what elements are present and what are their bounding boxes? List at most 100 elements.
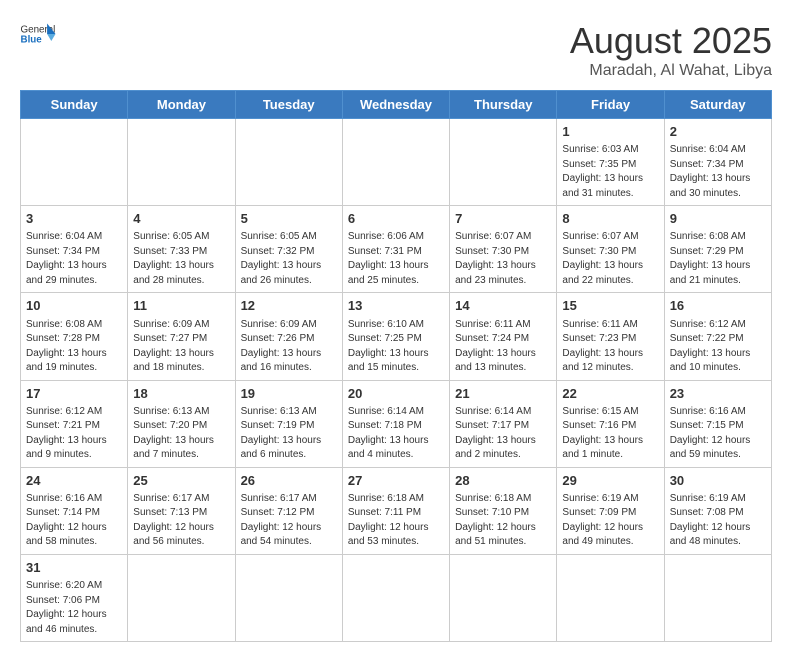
weekday-header-friday: Friday xyxy=(557,91,664,119)
day-number: 7 xyxy=(455,210,551,228)
day-number: 4 xyxy=(133,210,229,228)
calendar-cell: 30Sunrise: 6:19 AMSunset: 7:08 PMDayligh… xyxy=(664,467,771,554)
calendar-cell: 18Sunrise: 6:13 AMSunset: 7:20 PMDayligh… xyxy=(128,380,235,467)
logo-icon: General Blue xyxy=(20,20,56,48)
calendar-cell xyxy=(342,119,449,206)
day-number: 22 xyxy=(562,385,658,403)
calendar-cell xyxy=(342,554,449,641)
day-number: 8 xyxy=(562,210,658,228)
day-info: Sunrise: 6:11 AMSunset: 7:23 PMDaylight:… xyxy=(562,318,658,376)
calendar-cell xyxy=(128,554,235,641)
day-number: 21 xyxy=(455,385,551,403)
calendar-cell: 9Sunrise: 6:08 AMSunset: 7:29 PMDaylight… xyxy=(664,206,771,293)
day-info: Sunrise: 6:12 AMSunset: 7:22 PMDaylight:… xyxy=(670,318,766,376)
day-info: Sunrise: 6:09 AMSunset: 7:26 PMDaylight:… xyxy=(241,318,337,376)
weekday-header-wednesday: Wednesday xyxy=(342,91,449,119)
calendar-cell: 14 Sunrise: 6:11 AMSunset: 7:24 PMDayligh… xyxy=(450,293,557,380)
calendar-week-row: 10Sunrise: 6:08 AMSunset: 7:28 PMDayligh… xyxy=(21,293,772,380)
day-info: Sunrise: 6:20 AMSunset: 7:06 PMDaylight:… xyxy=(26,579,122,637)
calendar-cell: 11 Sunrise: 6:09 AMSunset: 7:27 PMDayligh… xyxy=(128,293,235,380)
day-number: 3 xyxy=(26,210,122,228)
day-number: 13 xyxy=(348,297,444,315)
weekday-header-sunday: Sunday xyxy=(21,91,128,119)
day-number: 12 xyxy=(241,297,337,315)
calendar-cell: 16 Sunrise: 6:12 AMSunset: 7:22 PMDayligh… xyxy=(664,293,771,380)
calendar-cell: 23 Sunrise: 6:16 AMSunset: 7:15 PMDayligh… xyxy=(664,380,771,467)
calendar-title: August 2025 xyxy=(570,20,772,62)
calendar-week-row: 31 Sunrise: 6:20 AMSunset: 7:06 PMDayligh… xyxy=(21,554,772,641)
calendar-cell xyxy=(450,554,557,641)
day-number: 30 xyxy=(670,472,766,490)
calendar-cell xyxy=(21,119,128,206)
day-info: Sunrise: 6:08 AMSunset: 7:28 PMDaylight:… xyxy=(26,318,122,376)
page-header: General Blue August 2025 Maradah, Al Wah… xyxy=(20,20,772,80)
day-info: Sunrise: 6:13 AMSunset: 7:20 PMDaylight:… xyxy=(133,405,229,463)
day-number: 28 xyxy=(455,472,551,490)
day-info: Sunrise: 6:18 AMSunset: 7:10 PMDaylight:… xyxy=(455,492,551,550)
day-number: 25 xyxy=(133,472,229,490)
day-info: Sunrise: 6:04 AMSunset: 7:34 PMDaylight:… xyxy=(670,143,766,201)
day-info: Sunrise: 6:04 AMSunset: 7:34 PMDaylight:… xyxy=(26,230,122,288)
day-number: 24 xyxy=(26,472,122,490)
day-number: 20 xyxy=(348,385,444,403)
day-number: 15 xyxy=(562,297,658,315)
calendar-cell: 15 Sunrise: 6:11 AMSunset: 7:23 PMDayligh… xyxy=(557,293,664,380)
day-number: 9 xyxy=(670,210,766,228)
calendar-cell: 28 Sunrise: 6:18 AMSunset: 7:10 PMDayligh… xyxy=(450,467,557,554)
calendar-week-row: 1 Sunrise: 6:03 AMSunset: 7:35 PMDaylight… xyxy=(21,119,772,206)
calendar-cell: 2 Sunrise: 6:04 AMSunset: 7:34 PMDaylight… xyxy=(664,119,771,206)
calendar-cell: 29 Sunrise: 6:19 AMSunset: 7:09 PMDayligh… xyxy=(557,467,664,554)
day-info: Sunrise: 6:07 AMSunset: 7:30 PMDaylight:… xyxy=(562,230,658,288)
calendar-cell: 8 Sunrise: 6:07 AMSunset: 7:30 PMDaylight… xyxy=(557,206,664,293)
calendar-cell: 19 Sunrise: 6:13 AMSunset: 7:19 PMDayligh… xyxy=(235,380,342,467)
day-number: 29 xyxy=(562,472,658,490)
day-info: Sunrise: 6:10 AMSunset: 7:25 PMDaylight:… xyxy=(348,318,444,376)
title-area: August 2025 Maradah, Al Wahat, Libya xyxy=(570,20,772,80)
calendar-cell: 6Sunrise: 6:06 AMSunset: 7:31 PMDaylight… xyxy=(342,206,449,293)
day-number: 16 xyxy=(670,297,766,315)
day-info: Sunrise: 6:12 AMSunset: 7:21 PMDaylight:… xyxy=(26,405,122,463)
day-number: 6 xyxy=(348,210,444,228)
day-number: 5 xyxy=(241,210,337,228)
day-info: Sunrise: 6:16 AMSunset: 7:15 PMDaylight:… xyxy=(670,405,766,463)
day-info: Sunrise: 6:03 AMSunset: 7:35 PMDaylight:… xyxy=(562,143,658,201)
calendar-cell: 7Sunrise: 6:07 AMSunset: 7:30 PMDaylight… xyxy=(450,206,557,293)
weekday-header-tuesday: Tuesday xyxy=(235,91,342,119)
day-number: 19 xyxy=(241,385,337,403)
calendar-cell xyxy=(235,119,342,206)
day-number: 17 xyxy=(26,385,122,403)
calendar-cell: 22Sunrise: 6:15 AMSunset: 7:16 PMDayligh… xyxy=(557,380,664,467)
calendar-cell: 31 Sunrise: 6:20 AMSunset: 7:06 PMDayligh… xyxy=(21,554,128,641)
day-number: 11 xyxy=(133,297,229,315)
day-info: Sunrise: 6:05 AMSunset: 7:33 PMDaylight:… xyxy=(133,230,229,288)
day-info: Sunrise: 6:19 AMSunset: 7:09 PMDaylight:… xyxy=(562,492,658,550)
day-info: Sunrise: 6:11 AMSunset: 7:24 PMDaylight:… xyxy=(455,318,551,376)
day-number: 26 xyxy=(241,472,337,490)
logo: General Blue xyxy=(20,20,56,48)
day-info: Sunrise: 6:17 AMSunset: 7:13 PMDaylight:… xyxy=(133,492,229,550)
day-number: 2 xyxy=(670,123,766,141)
calendar-week-row: 17 Sunrise: 6:12 AMSunset: 7:21 PMDayligh… xyxy=(21,380,772,467)
day-number: 31 xyxy=(26,559,122,577)
day-number: 23 xyxy=(670,385,766,403)
calendar-cell: 12 Sunrise: 6:09 AMSunset: 7:26 PMDayligh… xyxy=(235,293,342,380)
calendar-subtitle: Maradah, Al Wahat, Libya xyxy=(570,62,772,80)
calendar-cell: 25 Sunrise: 6:17 AMSunset: 7:13 PMDayligh… xyxy=(128,467,235,554)
calendar-cell: 20Sunrise: 6:14 AMSunset: 7:18 PMDayligh… xyxy=(342,380,449,467)
weekday-header-monday: Monday xyxy=(128,91,235,119)
calendar-cell: 17 Sunrise: 6:12 AMSunset: 7:21 PMDayligh… xyxy=(21,380,128,467)
weekday-header-row: SundayMondayTuesdayWednesdayThursdayFrid… xyxy=(21,91,772,119)
day-info: Sunrise: 6:18 AMSunset: 7:11 PMDaylight:… xyxy=(348,492,444,550)
calendar-cell: 27Sunrise: 6:18 AMSunset: 7:11 PMDayligh… xyxy=(342,467,449,554)
calendar-cell xyxy=(128,119,235,206)
day-info: Sunrise: 6:09 AMSunset: 7:27 PMDaylight:… xyxy=(133,318,229,376)
calendar-cell: 24Sunrise: 6:16 AMSunset: 7:14 PMDayligh… xyxy=(21,467,128,554)
calendar-cell: 13 Sunrise: 6:10 AMSunset: 7:25 PMDayligh… xyxy=(342,293,449,380)
calendar-cell: 10Sunrise: 6:08 AMSunset: 7:28 PMDayligh… xyxy=(21,293,128,380)
day-number: 14 xyxy=(455,297,551,315)
day-info: Sunrise: 6:13 AMSunset: 7:19 PMDaylight:… xyxy=(241,405,337,463)
calendar-cell: 1 Sunrise: 6:03 AMSunset: 7:35 PMDaylight… xyxy=(557,119,664,206)
day-number: 1 xyxy=(562,123,658,141)
day-info: Sunrise: 6:05 AMSunset: 7:32 PMDaylight:… xyxy=(241,230,337,288)
day-info: Sunrise: 6:17 AMSunset: 7:12 PMDaylight:… xyxy=(241,492,337,550)
